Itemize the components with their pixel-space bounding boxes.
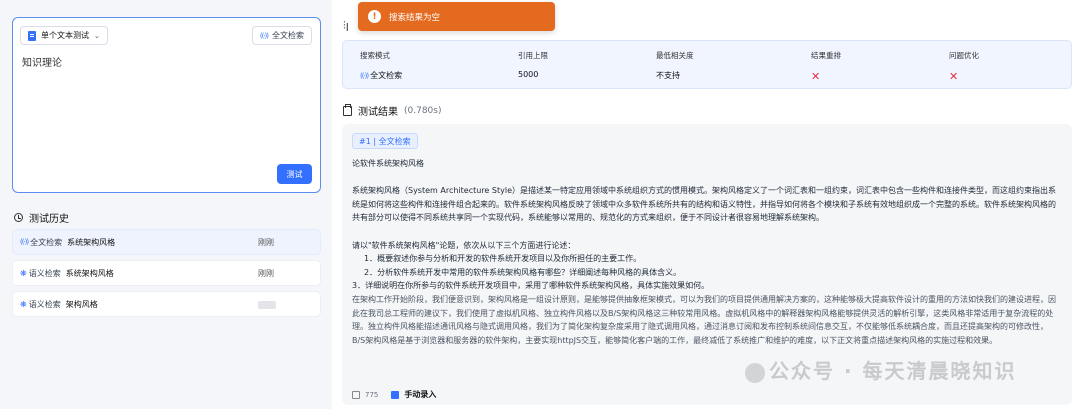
config-value: ((·)) 全文检索 [360,71,403,80]
toast-message: 搜索结果为空 [389,12,441,23]
semantic-search-icon: ❋ [20,268,27,278]
config-value: 不支持 [656,71,680,80]
question-item: 2．分析软件系统开发中常用的软件系统架构风格有哪些？详细阐述每种风格的具体含义。 [364,267,682,277]
config-header: 引用上限 [518,51,548,60]
test-mode-label: 单个文本测试 [41,31,89,40]
right-panel: ⫶ꞁ 搜索模式 ((·)) 全文检索 引用上限 5000 最低相关度 不支持 结… [332,0,1080,409]
test-button[interactable]: 测试 [277,164,312,184]
doc-paragraph: 在架构工作开始阶段，我们便意识到，架构风格是一组设计原则，是能够提供抽象框架模式… [352,294,1056,345]
wechat-icon [745,362,765,383]
clipboard-icon [343,103,352,116]
history-item-mode: ❋ 语义检索 [20,299,61,309]
history-item-time: 刚刚 [258,237,274,247]
history-title: 测试历史 [14,210,69,225]
semantic-search-icon: ❋ [20,299,27,309]
clock-icon [14,213,23,222]
history-item-mode: ❋ 语义检索 [20,268,61,278]
config-value: 5000 [518,70,539,79]
question-item: 1．概要叙述你参与分析和开发的软件系统开发项目以及你所担任的主要工作。 [364,254,642,264]
char-count-icon [352,390,360,399]
cross-icon: ✕ [949,70,959,83]
fulltext-search-icon: ((·)) [259,31,269,40]
config-header: 最低相关度 [656,51,694,60]
question-item: 3．详细说明在你所参与的软件系统开发项目中，采用了哪种软件系统架构风格，具体实施… [352,281,710,291]
query-input-card[interactable]: 单个文本测试 ⌄ ((·)) 全文检索 知识理论 测试 [12,17,321,193]
rank-badge: #1 | 全文检索 [352,133,418,149]
cross-icon: ✕ [811,70,821,83]
fulltext-search-icon: ((·)) [360,71,369,80]
results-title-label: 测试结果 [358,107,398,118]
config-header: 问题优化 [949,51,979,60]
config-header: 结果重排 [811,51,841,60]
source-icon [391,390,400,399]
warning-icon: ! [368,10,381,23]
search-config-table: 搜索模式 ((·)) 全文检索 引用上限 5000 最低相关度 不支持 结果重排… [342,40,1072,89]
history-item[interactable]: ((·)) 全文检索 系统架构风格 刚刚 [12,229,321,255]
history-item-text: 系统架构风格 [67,237,116,247]
source-label: 手动录入 [404,390,437,399]
history-item-mode: ((·)) 全文检索 [20,237,63,247]
fulltext-search-icon: ((·)) [20,238,29,246]
history-item-time-blurred [258,301,276,309]
settings-sliders-icon[interactable]: ⫶ꞁ [343,19,349,33]
result-footer: 775 手动录入 [352,389,436,400]
doc-title: 论软件系统架构风格 [352,159,424,168]
history-title-label: 测试历史 [29,214,69,225]
history-item-text: 架构风格 [65,299,98,309]
left-panel: 单个文本测试 ⌄ ((·)) 全文检索 知识理论 测试 测试历史 ((·)) 全… [0,0,332,409]
char-count: 775 [365,390,379,399]
doc-paragraph: 系统架构风格（System Architecture Style）是描述某一特定… [352,186,1056,223]
result-content: 论软件系统架构风格 系统架构风格（System Architecture Sty… [352,157,1058,347]
history-item-time: 刚刚 [258,268,274,278]
chevron-down-icon: ⌄ [94,31,100,40]
results-duration: (0.780s) [404,105,442,116]
error-toast: ! 搜索结果为空 [358,2,555,31]
question-intro: 请以"软件系统架构风格"论题，依次从以下三个方面进行论述： [352,240,576,250]
search-mode-button[interactable]: ((·)) 全文检索 [251,26,312,45]
config-header: 搜索模式 [360,51,390,60]
test-mode-select[interactable]: 单个文本测试 ⌄ [20,26,108,45]
query-textarea[interactable]: 知识理论 [22,54,62,69]
history-item[interactable]: ❋ 语义检索 系统架构风格 刚刚 [12,260,321,286]
results-title: 测试结果 (0.780s) [343,103,441,118]
history-item-text: 系统架构风格 [65,268,114,278]
history-item[interactable]: ❋ 语义检索 架构风格 [12,291,321,317]
search-mode-label: 全文检索 [272,31,304,40]
document-icon [28,30,36,41]
watermark: 公众号 · 每天清晨晓知识 [745,355,1017,384]
